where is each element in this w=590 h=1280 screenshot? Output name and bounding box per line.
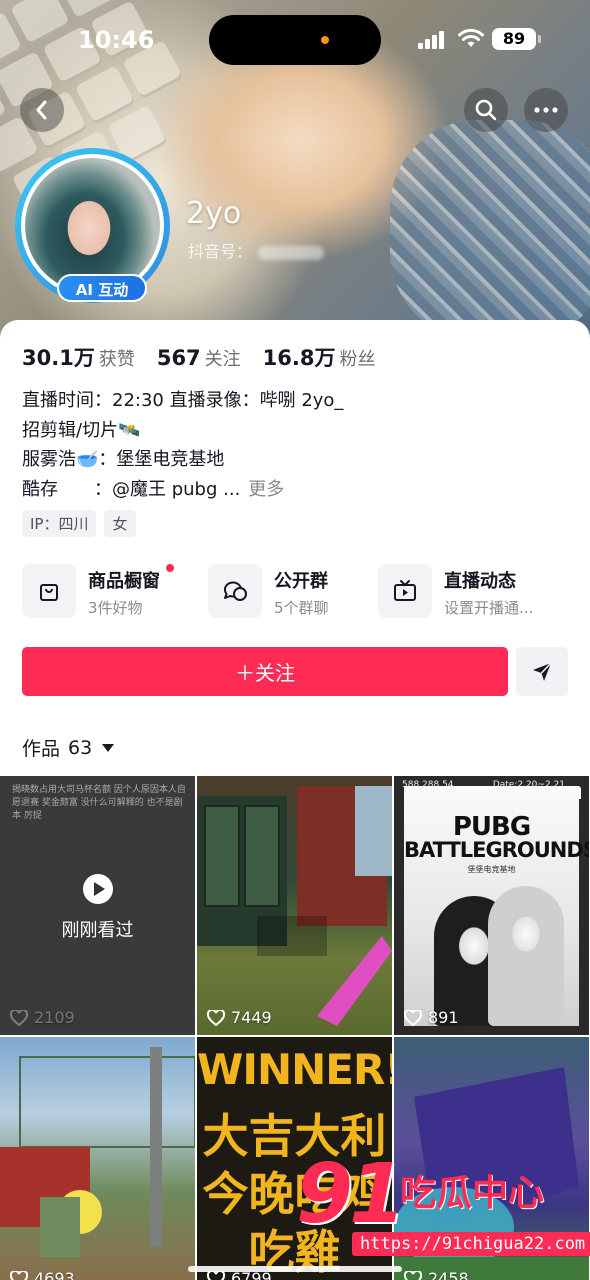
more-dots-icon	[534, 107, 558, 113]
shortcut-live-updates[interactable]: 直播动态 设置开播通...	[378, 564, 578, 620]
back-button[interactable]	[20, 88, 64, 132]
shortcut-showcase[interactable]: 商品橱窗 3件好物	[22, 564, 202, 620]
shortcut-title: 公开群	[274, 571, 328, 592]
stat-value: 30.1万	[22, 346, 95, 370]
likes-count: 891	[428, 1008, 459, 1027]
watermark-url: https://91chigua22.com	[352, 1232, 590, 1256]
video-likes: 2458	[404, 1269, 469, 1280]
site-watermark: 91 吃瓜中心 https://91chigua22.com	[296, 1147, 590, 1260]
douyin-id-blurred	[258, 245, 325, 260]
search-icon	[475, 99, 497, 121]
tag-gender: 女	[104, 510, 136, 537]
video-likes: 7449	[207, 1008, 272, 1027]
signal-icon	[418, 31, 450, 49]
more-options-button[interactable]	[524, 88, 568, 132]
caret-down-icon	[102, 743, 115, 752]
ai-interact-badge[interactable]: AI 互动	[57, 274, 147, 302]
watermark-number: 91	[296, 1147, 406, 1242]
bio-line: 酷存 ：@魔王 pubg ... 更多	[22, 475, 343, 505]
video-caption-text: 揭晓数占用大司马杯名额 因个人原因本人自愿退赛 奖金颇富 没什么可解释的 也不是…	[12, 785, 186, 821]
avatar-image	[25, 158, 160, 293]
likes-count: 2458	[428, 1269, 469, 1280]
poster-image: PUBG BATTLEGROUNDS 堡堡电竞基地	[404, 786, 589, 1026]
likes-count: 4693	[34, 1269, 75, 1280]
chevron-left-icon	[36, 100, 47, 120]
bio-line: 服雾浩🥣：堡堡电竞基地	[22, 449, 225, 470]
shortcut-subtitle: 3件好物	[88, 599, 143, 617]
send-icon	[533, 661, 552, 681]
battery-indicator: 89	[492, 28, 541, 50]
heart-icon	[207, 1009, 225, 1026]
douyin-id[interactable]: 抖音号：	[188, 238, 325, 262]
wifi-icon	[458, 28, 484, 47]
stat-label: 关注	[204, 349, 241, 370]
profile-nickname: 2yo	[186, 196, 242, 231]
bio-more-link[interactable]: 更多	[248, 479, 284, 500]
shortcut-title: 商品橱窗	[88, 571, 160, 592]
video-tile[interactable]: 588 288 54 Date:2.20~2.21 PUBG BATTLEGRO…	[394, 776, 589, 1035]
poster-battlegrounds-title: BATTLEGROUNDS	[404, 838, 589, 862]
stat-label: 获赞	[98, 349, 135, 370]
video-likes: 4693	[10, 1269, 75, 1280]
stat-likes: 30.1万 获赞	[22, 342, 135, 372]
shopping-bag-icon	[40, 584, 58, 601]
profile-shortcuts: 商品橱窗 3件好物 公开群 5个群聊 直播动态 设置开播通...	[22, 564, 582, 620]
tag-ip-location: IP：四川	[22, 510, 97, 537]
video-tile[interactable]: 揭晓数占用大司马杯名额 因个人原因本人自愿退赛 奖金颇富 没什么可解释的 也不是…	[0, 776, 195, 1035]
home-indicator[interactable]	[188, 1266, 402, 1272]
stat-label: 粉丝	[339, 349, 376, 370]
play-icon	[82, 874, 113, 904]
stat-following[interactable]: 567 关注	[157, 345, 241, 371]
profile-sheet: 30.1万 获赞 567 关注 16.8万 粉丝 直播时间：22:30 直播录像：哔哵…	[0, 320, 590, 1280]
video-tile[interactable]: 7449	[197, 776, 392, 1035]
heart-icon	[404, 1009, 422, 1026]
bio-line-text: 酷存 ：@魔王 pubg ...	[22, 478, 241, 500]
winner-title: WINNER!	[197, 1045, 392, 1094]
search-button[interactable]	[464, 88, 508, 132]
stat-value: 16.8万	[262, 346, 336, 370]
dynamic-island	[209, 15, 381, 65]
gameplay-scene-image	[0, 1047, 195, 1257]
status-bar: 10:46 89	[0, 0, 590, 80]
recording-dot	[321, 36, 329, 44]
profile-cover: 10:46 89 AI 互动 2yo 抖音号：	[0, 0, 590, 340]
recently-watched-label: 刚刚看过	[61, 920, 134, 941]
profile-stats: 30.1万 获赞 567 关注 16.8万 粉丝	[22, 342, 376, 372]
shortcut-title: 直播动态	[444, 571, 516, 592]
tab-works[interactable]: 作品 63	[22, 734, 115, 761]
bio-line: 招剪辑/切片🛰️	[22, 419, 141, 441]
recently-watched-overlay: 刚刚看过	[0, 874, 195, 942]
chat-bubbles-icon	[224, 581, 247, 601]
watermark-brand: 吃瓜中心	[400, 1173, 545, 1214]
gameplay-scene-image	[197, 786, 392, 1026]
heart-icon	[10, 1270, 28, 1280]
works-count: 63	[68, 736, 93, 759]
works-label: 作品	[22, 738, 61, 760]
shortcut-subtitle: 设置开播通...	[444, 599, 534, 617]
poster-subtitle: 堡堡电竞基地	[467, 865, 516, 874]
douyin-id-label: 抖音号：	[188, 242, 253, 261]
heart-icon	[10, 1009, 28, 1026]
likes-count: 7449	[231, 1008, 272, 1027]
blanket-background	[390, 120, 590, 340]
profile-bio: 直播时间：22:30 直播录像：哔哵 2yo_ 招剪辑/切片🛰️ 服雾浩🥣：堡堡…	[22, 386, 343, 504]
tv-icon	[394, 580, 416, 601]
avatar[interactable]: AI 互动	[15, 148, 170, 303]
video-tile[interactable]: 4693	[0, 1037, 195, 1280]
share-button[interactable]	[516, 647, 568, 696]
status-time: 10:46	[78, 26, 155, 54]
bio-line: 直播时间：22:30 直播录像：哔哵 2yo_	[22, 390, 344, 411]
follow-button[interactable]: ＋关注	[22, 647, 508, 696]
heart-icon	[404, 1270, 422, 1280]
poster-character-boy	[488, 886, 564, 1026]
notification-dot	[166, 564, 174, 572]
likes-count: 2109	[34, 1008, 75, 1027]
shortcut-subtitle: 5个群聊	[274, 599, 329, 617]
video-likes: 891	[404, 1008, 459, 1027]
shortcut-public-group[interactable]: 公开群 5个群聊	[208, 564, 368, 620]
stat-followers[interactable]: 16.8万 粉丝	[263, 342, 376, 372]
stat-value: 567	[156, 346, 201, 370]
profile-tags: IP：四川 女	[22, 510, 136, 537]
video-likes: 2109	[10, 1008, 75, 1027]
